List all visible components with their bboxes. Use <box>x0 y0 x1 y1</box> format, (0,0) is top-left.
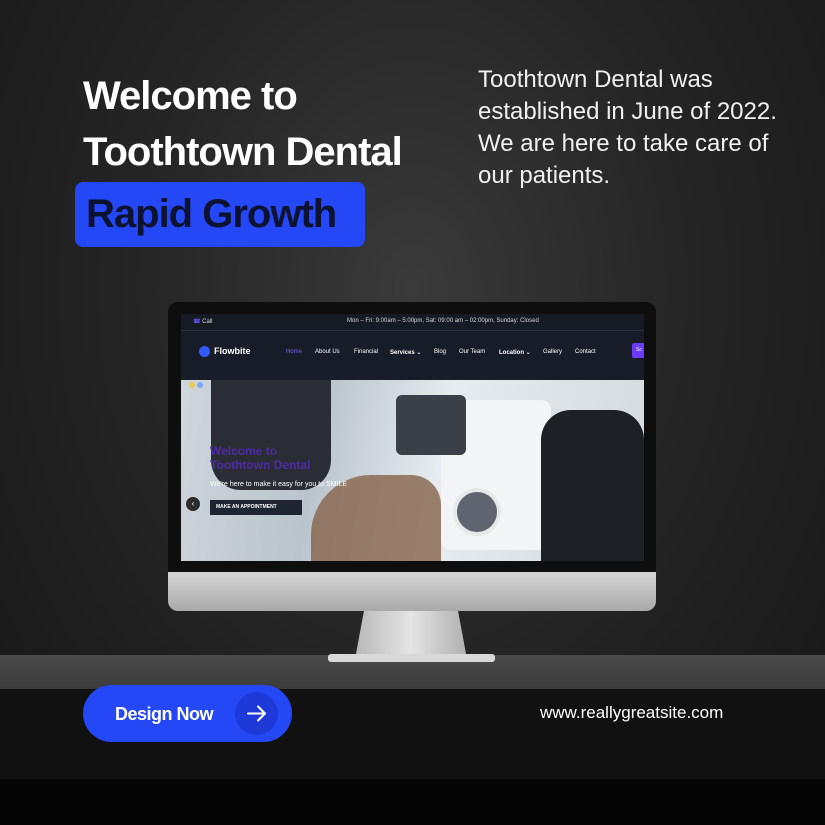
design-now-label: Design Now <box>115 704 214 724</box>
phone-icon: ☎ <box>193 319 201 325</box>
headline-line-1: Welcome to <box>83 74 298 118</box>
highlight-badge: Rapid Growth <box>75 182 365 247</box>
headline: Welcome to Toothtown Dental <box>83 68 403 180</box>
floor <box>0 779 825 825</box>
nav-home[interactable]: Home <box>286 349 302 355</box>
chevron-left-icon[interactable]: ‹ <box>186 497 200 511</box>
opening-hours: Mon – Fri: 9:00am – 5:00pm, Sat: 09:00 a… <box>347 318 539 324</box>
call-link[interactable]: ☎ Call <box>193 318 213 325</box>
assistant-figure <box>211 380 331 490</box>
make-appointment-button[interactable]: MAKE AN APPOINTMENT <box>210 500 302 515</box>
nav-location[interactable]: Location ⌄ <box>499 349 531 356</box>
website-screen: ☎ Call Mon – Fri: 9:00am – 5:00pm, Sat: … <box>181 314 644 561</box>
hero-title-line-2: Toothtown Dental <box>210 458 311 472</box>
monitor-chin <box>168 572 656 611</box>
dentist-figure <box>541 410 644 561</box>
nav-contact[interactable]: Contact <box>575 349 596 355</box>
carousel-dot[interactable] <box>197 382 203 388</box>
hero-banner: Welcome to Toothtown Dental We're here t… <box>181 380 644 561</box>
call-label: Call <box>202 319 213 325</box>
intro-paragraph: Toothtown Dental was established in June… <box>478 66 777 189</box>
hero-title: Welcome to Toothtown Dental <box>210 444 310 472</box>
website-navbar: Flowbite Home About Us Financial Service… <box>181 331 644 379</box>
tooth-logo-icon <box>199 346 210 358</box>
monitor-on-wall <box>396 395 466 455</box>
design-now-button[interactable]: Design Now <box>83 685 292 742</box>
logo-text: Flowbite <box>214 346 251 356</box>
website-url[interactable]: www.reallygreatsite.com <box>540 703 723 723</box>
nav-our-team[interactable]: Our Team <box>459 349 485 355</box>
nav-about-us[interactable]: About Us <box>315 349 340 355</box>
nav-gallery[interactable]: Gallery <box>543 349 562 355</box>
arrow-right-icon <box>235 692 278 735</box>
nav-blog[interactable]: Blog <box>434 349 446 355</box>
hero-title-line-1: Welcome to <box>210 444 278 458</box>
monitor-base <box>328 654 495 662</box>
nav-financial[interactable]: Financial <box>354 349 378 355</box>
xray-dial <box>453 488 501 536</box>
website-logo[interactable]: Flowbite <box>199 346 251 358</box>
website-topbar: ☎ Call Mon – Fri: 9:00am – 5:00pm, Sat: … <box>181 314 644 331</box>
schedule-button[interactable]: Sc <box>632 343 644 358</box>
hero-subtitle: We're here to make it easy for you to SM… <box>210 481 347 488</box>
monitor-stand <box>355 611 467 659</box>
carousel-dot[interactable] <box>189 382 195 388</box>
nav-services[interactable]: Services ⌄ <box>390 349 421 356</box>
headline-line-2: Toothtown Dental <box>83 130 403 174</box>
